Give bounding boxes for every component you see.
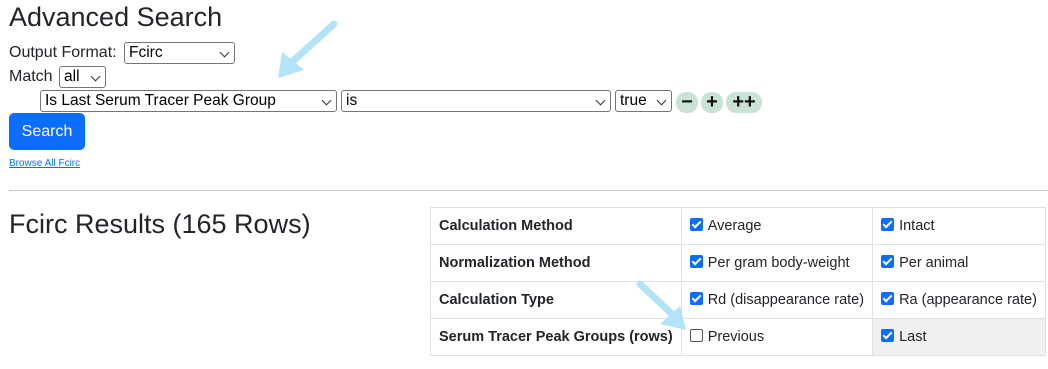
table-row: Normalization Method Per gram body-weigh… bbox=[430, 244, 1046, 282]
checkbox[interactable] bbox=[689, 218, 703, 231]
checkbox[interactable] bbox=[881, 292, 895, 305]
option-label: Rd (disappearance rate) bbox=[707, 292, 865, 308]
browse-all-link[interactable]: Browse All Fcirc bbox=[9, 158, 80, 169]
chevron-down-icon bbox=[656, 95, 667, 106]
chevron-down-icon bbox=[219, 47, 230, 58]
add-group-button[interactable]: ++ bbox=[726, 92, 762, 113]
pointer-arrow-icon bbox=[278, 20, 338, 78]
section-divider bbox=[9, 190, 1048, 191]
checkbox[interactable] bbox=[881, 218, 895, 231]
option-label: Per gram body-weight bbox=[707, 255, 850, 271]
option-label: Intact bbox=[899, 218, 935, 234]
term-select[interactable]: true bbox=[615, 90, 672, 112]
term-value: true bbox=[620, 92, 647, 109]
row-header: Calculation Method bbox=[430, 207, 682, 245]
checkbox[interactable] bbox=[689, 292, 703, 305]
option-cell[interactable]: Intact bbox=[872, 207, 1046, 245]
search-button[interactable]: Search bbox=[9, 113, 85, 150]
results-title: Fcirc Results (165 Rows) bbox=[9, 209, 311, 239]
results-options-table: Calculation Method Average Intact Normal… bbox=[430, 207, 1046, 356]
output-format-select[interactable]: Fcirc bbox=[124, 42, 235, 64]
option-label: Previous bbox=[707, 329, 765, 345]
add-condition-button[interactable]: + bbox=[701, 92, 723, 113]
field-select[interactable]: Is Last Serum Tracer Peak Group bbox=[40, 90, 337, 112]
option-cell[interactable]: Per animal bbox=[872, 244, 1046, 282]
advanced-search-page: Advanced Search Output Format: Fcirc Mat… bbox=[0, 0, 1048, 369]
match-value: all bbox=[64, 68, 80, 85]
chevron-down-icon bbox=[595, 95, 606, 106]
remove-condition-button[interactable]: − bbox=[676, 92, 698, 113]
table-row: Calculation Type Rd (disappearance rate)… bbox=[430, 281, 1046, 319]
option-cell[interactable]: Rd (disappearance rate) bbox=[680, 281, 874, 319]
option-cell[interactable]: Per gram body-weight bbox=[680, 244, 874, 282]
option-cell[interactable]: Average bbox=[680, 207, 874, 245]
checkbox[interactable] bbox=[881, 329, 895, 342]
operator-value: is bbox=[346, 92, 358, 109]
row-header: Normalization Method bbox=[430, 244, 682, 282]
output-format-value: Fcirc bbox=[129, 44, 163, 61]
output-format-label: Output Format: bbox=[9, 44, 117, 61]
option-cell[interactable]: Ra (appearance rate) bbox=[872, 281, 1046, 319]
checkbox[interactable] bbox=[881, 255, 895, 268]
match-label: Match bbox=[9, 68, 53, 85]
option-label: Per animal bbox=[899, 255, 969, 271]
field-value: Is Last Serum Tracer Peak Group bbox=[45, 92, 276, 109]
checkbox[interactable] bbox=[689, 329, 703, 342]
operator-select[interactable]: is bbox=[341, 90, 611, 112]
option-cell[interactable]: Previous bbox=[680, 318, 874, 356]
page-title: Advanced Search bbox=[9, 2, 223, 32]
table-row: Calculation Method Average Intact bbox=[430, 207, 1046, 245]
option-cell[interactable]: Last bbox=[872, 318, 1046, 356]
option-label: Last bbox=[899, 329, 927, 345]
chevron-down-icon bbox=[321, 95, 332, 106]
option-label: Average bbox=[707, 218, 762, 234]
chevron-down-icon bbox=[90, 71, 101, 82]
option-label: Ra (appearance rate) bbox=[899, 292, 1037, 308]
row-header: Calculation Type bbox=[430, 281, 682, 319]
match-select[interactable]: all bbox=[59, 66, 106, 88]
table-row: Serum Tracer Peak Groups (rows) Previous… bbox=[430, 318, 1046, 356]
checkbox[interactable] bbox=[689, 255, 703, 268]
row-header: Serum Tracer Peak Groups (rows) bbox=[430, 318, 682, 356]
